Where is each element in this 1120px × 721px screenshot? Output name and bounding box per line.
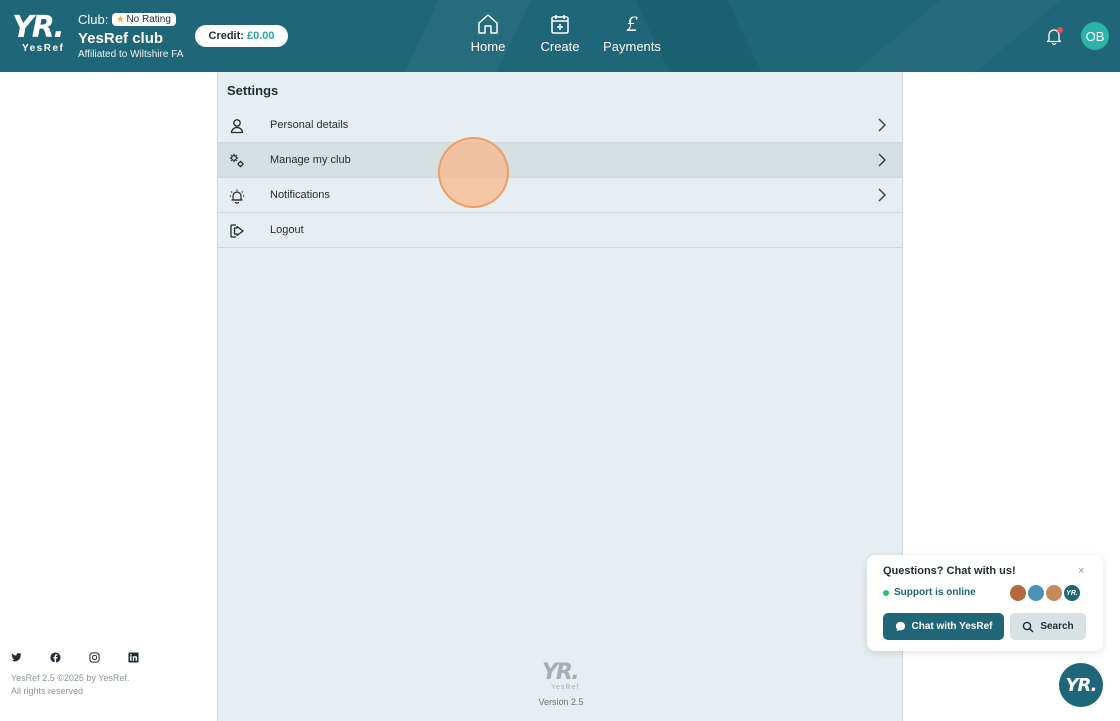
chevron-right-icon xyxy=(878,188,887,202)
star-icon: ★ xyxy=(116,14,125,24)
footer-logo-wordmark: YesRef xyxy=(551,684,580,691)
agent-avatar xyxy=(1008,583,1028,603)
settings-item-manage-my-club[interactable]: Manage my club xyxy=(218,143,902,178)
logo-wordmark: YesRef xyxy=(22,43,65,54)
nav-create-label: Create xyxy=(540,39,580,54)
agent-avatar-yesref: YR. xyxy=(1062,583,1082,603)
online-indicator xyxy=(883,589,889,596)
copyright-line-1: YesRef 2.5 ©2025 by YesRef. xyxy=(11,673,130,683)
rating-badge: ★ No Rating xyxy=(112,13,176,26)
settings-menu: Personal details Manage my club Notifica… xyxy=(218,108,902,248)
yesref-logo[interactable]: YR. YesRef xyxy=(12,13,68,57)
support-status-text: Support is online xyxy=(894,587,976,598)
agent-avatar xyxy=(1026,583,1046,603)
nav-create[interactable]: Create xyxy=(538,12,582,54)
twitter-icon[interactable] xyxy=(11,652,22,663)
club-info: Club: ★ No Rating YesRef club Affiliated… xyxy=(78,11,183,60)
footer-logo: YR. YesRef xyxy=(542,660,580,692)
person-icon xyxy=(230,119,244,134)
rating-badge-text: No Rating xyxy=(126,14,171,25)
copyright-line-2: All rights reserved xyxy=(11,686,84,696)
gears-icon xyxy=(229,153,244,168)
chat-widget: Questions? Chat with us! × Support is on… xyxy=(867,555,1103,651)
settings-title: Settings xyxy=(227,83,279,98)
footer-logo-mark: YR. xyxy=(542,660,580,685)
search-button-label: Search xyxy=(1040,621,1074,632)
calendar-plus-icon xyxy=(551,15,569,34)
settings-item-notifications[interactable]: Notifications xyxy=(218,178,902,213)
facebook-icon[interactable] xyxy=(50,652,61,663)
support-status: Support is online xyxy=(883,587,976,598)
search-icon xyxy=(1023,621,1034,632)
user-avatar[interactable]: OB xyxy=(1081,22,1109,50)
copyright: YesRef 2.5 ©2025 by YesRef. All rights r… xyxy=(11,672,129,698)
linkedin-icon[interactable] xyxy=(128,652,139,663)
club-affiliation: Affiliated to Wiltshire FA xyxy=(78,49,184,60)
chat-launcher-button[interactable]: YR. xyxy=(1059,663,1103,707)
settings-item-personal-details[interactable]: Personal details xyxy=(218,108,902,143)
nav-payments-label: Payments xyxy=(603,39,661,54)
chevron-right-icon xyxy=(878,153,887,167)
chat-button-label: Chat with YesRef xyxy=(911,621,993,632)
settings-item-label: Notifications xyxy=(270,189,330,201)
version-label: Version 2.5 xyxy=(538,697,584,707)
chat-with-yesref-button[interactable]: Chat with YesRef xyxy=(883,613,1004,640)
credit-amount: £0.00 xyxy=(246,30,275,42)
notification-dot xyxy=(1057,27,1063,33)
credit-balance-button[interactable]: Credit: £0.00 xyxy=(195,25,288,47)
credit-label: Credit: xyxy=(208,30,244,42)
home-icon xyxy=(478,14,498,34)
instagram-icon[interactable] xyxy=(89,652,100,663)
pound-icon: £ xyxy=(626,11,638,36)
club-label: Club: xyxy=(78,12,109,27)
chevron-right-icon xyxy=(878,118,887,132)
nav-home[interactable]: Home xyxy=(466,12,510,54)
chat-bubble-icon xyxy=(895,621,905,632)
logout-icon xyxy=(230,224,244,238)
top-header: YR. YesRef Club: ★ No Rating YesRef club… xyxy=(0,0,1120,72)
settings-panel: Settings Personal details Manage my club xyxy=(217,72,903,721)
settings-item-logout[interactable]: Logout xyxy=(218,213,902,248)
support-agents: YR. xyxy=(1008,583,1082,603)
alarm-bell-icon xyxy=(229,189,245,204)
club-name: YesRef club xyxy=(78,30,164,47)
nav-home-label: Home xyxy=(470,39,506,54)
agent-avatar xyxy=(1044,583,1064,603)
social-links xyxy=(11,652,139,663)
settings-item-label: Personal details xyxy=(270,119,349,131)
chat-search-button[interactable]: Search xyxy=(1010,613,1086,640)
close-icon[interactable]: × xyxy=(1078,565,1084,577)
settings-item-label: Logout xyxy=(270,224,304,236)
click-indicator xyxy=(438,137,509,208)
settings-item-label: Manage my club xyxy=(270,154,351,166)
chat-title: Questions? Chat with us! xyxy=(883,565,1016,577)
nav-payments[interactable]: £ Payments xyxy=(600,11,664,55)
logo-mark: YR. xyxy=(12,10,65,45)
